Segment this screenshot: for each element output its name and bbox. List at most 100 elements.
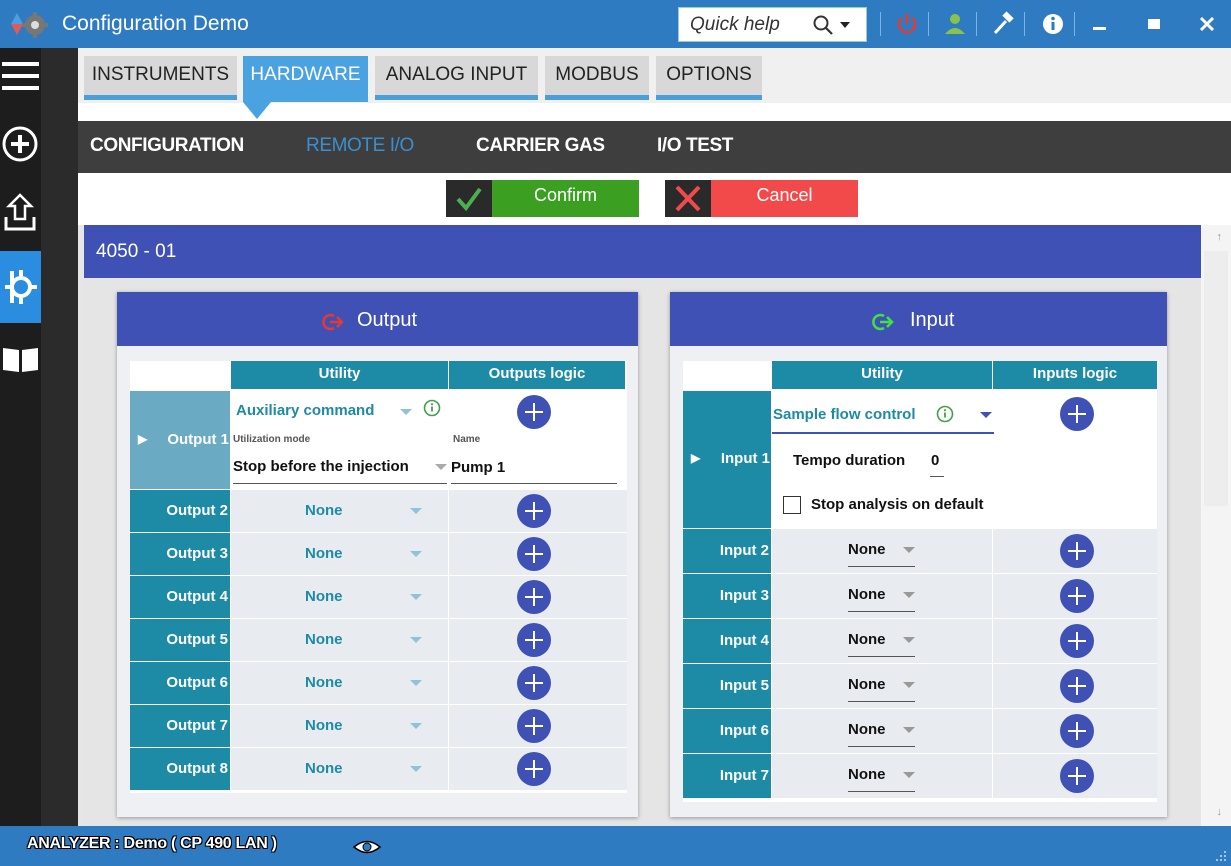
quick-help-input[interactable]: [679, 8, 799, 41]
subtab-io-test[interactable]: I/O TEST: [657, 135, 733, 157]
output-row[interactable]: Output 3 None: [130, 533, 627, 575]
chevron-down-icon[interactable]: [903, 727, 915, 733]
output-utility-select[interactable]: None: [305, 717, 343, 734]
output-utility-cell[interactable]: None: [231, 619, 448, 661]
output-utility-select[interactable]: None: [305, 588, 343, 605]
add-logic-button[interactable]: [1060, 714, 1094, 748]
expand-arrow-icon[interactable]: ▶: [138, 432, 147, 446]
input-utility-cell[interactable]: None: [772, 709, 992, 753]
confirm-button[interactable]: Confirm: [446, 180, 639, 217]
input-utility-select[interactable]: None: [848, 631, 886, 648]
tab-hardware[interactable]: HARDWARE: [243, 56, 368, 102]
output-row[interactable]: Output 2 None: [130, 490, 627, 532]
add-logic-button[interactable]: [1060, 669, 1094, 703]
input-row[interactable]: Input 2 None: [683, 529, 1157, 573]
input-utility-cell[interactable]: None: [772, 619, 992, 663]
add-logic-button[interactable]: [517, 666, 551, 700]
input-utility-select[interactable]: None: [848, 766, 886, 783]
search-icon[interactable]: [812, 14, 834, 36]
add-logic-button[interactable]: [517, 494, 551, 528]
input-utility-cell[interactable]: None: [772, 754, 992, 798]
chevron-down-icon[interactable]: [903, 592, 915, 598]
input-row[interactable]: Input 4 None: [683, 619, 1157, 663]
chevron-down-icon[interactable]: [410, 680, 422, 686]
add-logic-button[interactable]: [517, 623, 551, 657]
nav-upload-button[interactable]: [0, 179, 41, 245]
info-icon[interactable]: [1039, 10, 1067, 38]
expand-arrow-icon[interactable]: ▶: [691, 451, 700, 465]
tab-instruments[interactable]: INSTRUMENTS: [84, 56, 237, 100]
add-logic-button[interactable]: [517, 580, 551, 614]
power-icon[interactable]: [893, 10, 921, 38]
output-utility-cell[interactable]: None: [231, 662, 448, 704]
input-utility-select[interactable]: None: [848, 676, 886, 693]
cancel-button[interactable]: Cancel: [665, 180, 858, 217]
output-utility-select[interactable]: None: [305, 674, 343, 691]
chevron-down-icon[interactable]: [400, 409, 412, 415]
minimize-icon[interactable]: [1086, 10, 1114, 38]
add-logic-button[interactable]: [517, 395, 551, 429]
chevron-down-icon[interactable]: [410, 723, 422, 729]
tab-modbus[interactable]: MODBUS: [545, 56, 649, 100]
input-row[interactable]: Input 7 None: [683, 754, 1157, 798]
stop-analysis-checkbox[interactable]: [783, 496, 801, 514]
add-logic-button[interactable]: [517, 537, 551, 571]
output-utility-cell[interactable]: None: [231, 576, 448, 618]
chevron-down-icon[interactable]: [980, 412, 992, 418]
input-1-utility-select[interactable]: Sample flow control: [773, 406, 916, 423]
output-row-1[interactable]: ▶ Output 1 Auxiliary command Utilization…: [130, 391, 627, 489]
subtab-carrier-gas[interactable]: CARRIER GAS: [476, 135, 605, 157]
input-utility-cell[interactable]: None: [772, 664, 992, 708]
input-utility-select[interactable]: None: [848, 586, 886, 603]
input-utility-cell[interactable]: None: [772, 574, 992, 618]
resize-grip-icon[interactable]: [1215, 850, 1227, 862]
add-logic-button[interactable]: [1060, 397, 1094, 431]
chevron-down-icon[interactable]: [410, 551, 422, 557]
input-row[interactable]: Input 3 None: [683, 574, 1157, 618]
add-logic-button[interactable]: [1060, 624, 1094, 658]
chevron-down-icon[interactable]: [903, 682, 915, 688]
name-input[interactable]: Pump 1: [451, 459, 505, 476]
close-icon[interactable]: [1193, 10, 1221, 38]
scrollbar-thumb[interactable]: [1204, 251, 1228, 506]
tab-analog-input[interactable]: ANALOG INPUT: [375, 56, 538, 100]
output-1-utility-select[interactable]: Auxiliary command: [236, 402, 374, 419]
info-circle-icon[interactable]: [423, 399, 441, 417]
chevron-down-icon[interactable]: [410, 508, 422, 514]
output-utility-select[interactable]: None: [305, 502, 343, 519]
chevron-down-icon[interactable]: [435, 464, 447, 470]
output-utility-cell[interactable]: None: [231, 533, 448, 575]
nav-add-button[interactable]: [0, 111, 41, 177]
add-logic-button[interactable]: [517, 752, 551, 786]
input-row[interactable]: Input 6 None: [683, 709, 1157, 753]
user-icon[interactable]: [941, 10, 969, 38]
output-utility-select[interactable]: None: [305, 760, 343, 777]
chevron-down-icon[interactable]: [903, 772, 915, 778]
output-row[interactable]: Output 8 None: [130, 748, 627, 790]
tempo-duration-input[interactable]: 0: [931, 452, 939, 469]
chevron-down-icon[interactable]: [903, 547, 915, 553]
eye-icon[interactable]: [352, 838, 382, 856]
nav-hardware-button[interactable]: [0, 251, 41, 323]
info-circle-icon[interactable]: [936, 405, 954, 423]
output-utility-cell[interactable]: None: [231, 705, 448, 747]
chevron-down-icon[interactable]: [410, 594, 422, 600]
chevron-down-icon[interactable]: [840, 22, 850, 28]
nav-manual-button[interactable]: [0, 328, 41, 394]
input-utility-cell[interactable]: None: [772, 529, 992, 573]
maximize-icon[interactable]: [1140, 10, 1168, 38]
subtab-configuration[interactable]: CONFIGURATION: [90, 135, 244, 157]
output-row[interactable]: Output 7 None: [130, 705, 627, 747]
input-utility-select[interactable]: None: [848, 721, 886, 738]
add-logic-button[interactable]: [517, 709, 551, 743]
output-utility-select[interactable]: None: [305, 545, 343, 562]
hammer-icon[interactable]: [989, 10, 1017, 38]
input-row[interactable]: Input 5 None: [683, 664, 1157, 708]
chevron-down-icon[interactable]: [410, 637, 422, 643]
tab-options[interactable]: OPTIONS: [656, 56, 762, 100]
scroll-down-arrow-icon[interactable]: ↓: [1217, 806, 1223, 818]
output-row[interactable]: Output 4 None: [130, 576, 627, 618]
add-logic-button[interactable]: [1060, 579, 1094, 613]
utilization-mode-select[interactable]: Stop before the injection: [233, 458, 409, 475]
scroll-up-arrow-icon[interactable]: ↑: [1217, 231, 1223, 243]
